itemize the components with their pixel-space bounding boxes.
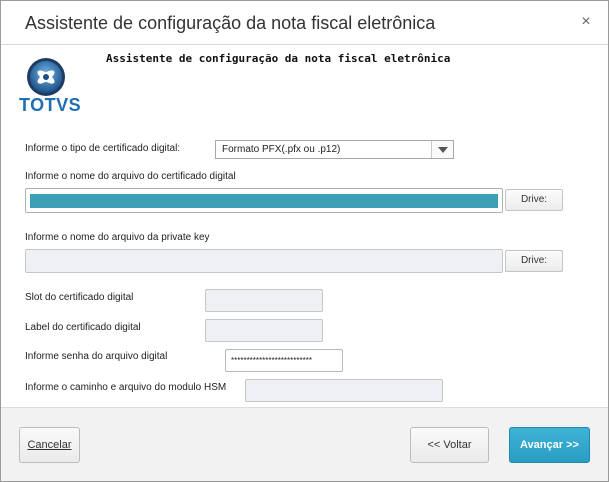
chevron-down-icon[interactable] <box>431 141 453 158</box>
slot-input[interactable] <box>205 289 323 312</box>
cancel-button-label: Cancelar <box>27 439 72 451</box>
slot-label: Slot do certificado digital <box>25 292 134 303</box>
back-button-label: << Voltar <box>427 439 472 451</box>
next-button-label: Avançar >> <box>520 439 579 451</box>
cert-type-value: Formato PFX(.pfx ou .p12) <box>222 144 341 155</box>
cert-file-input[interactable] <box>25 188 503 213</box>
window-title: Assistente de configuração da nota fisca… <box>25 13 436 33</box>
wizard-content: TOTVS Assistente de configuração da nota… <box>1 46 608 406</box>
wizard-window: Assistente de configuração da nota fisca… <box>0 0 609 482</box>
cert-type-select[interactable]: Formato PFX(.pfx ou .p12) <box>215 140 454 159</box>
private-key-label: Informe o nome do arquivo da private key <box>25 232 210 243</box>
cert-label-input[interactable] <box>205 319 323 342</box>
cert-file-selection <box>30 194 498 208</box>
cert-label-label: Label do certificado digital <box>25 322 141 333</box>
cert-type-label: Informe o tipo de certificado digital: <box>25 143 181 154</box>
close-icon[interactable]: × <box>578 14 594 30</box>
totvs-logo-icon: TOTVS <box>19 57 82 115</box>
cancel-button[interactable]: Cancelar <box>19 427 80 463</box>
hsm-label: Informe o caminho e arquivo do modulo HS… <box>25 382 227 393</box>
cert-file-drive-button[interactable]: Drive: <box>505 189 563 211</box>
totvs-logo-mark <box>27 58 65 96</box>
hsm-input[interactable] <box>245 379 443 402</box>
wizard-footer: Cancelar << Voltar Avançar >> <box>1 407 608 481</box>
header-title: Assistente de configuração da nota fisca… <box>106 52 451 65</box>
logo-text: TOTVS <box>19 95 82 115</box>
cert-file-label: Informe o nome do arquivo do certificado… <box>25 171 236 182</box>
private-key-input[interactable] <box>25 249 503 273</box>
password-input[interactable]: ************************** <box>225 349 343 372</box>
next-button[interactable]: Avançar >> <box>509 427 590 463</box>
password-value: ************************** <box>231 356 312 365</box>
title-bar: Assistente de configuração da nota fisca… <box>1 1 608 45</box>
password-label: Informe senha do arquivo digital <box>25 351 168 362</box>
back-button[interactable]: << Voltar <box>410 427 489 463</box>
private-key-drive-button[interactable]: Drive: <box>505 250 563 272</box>
